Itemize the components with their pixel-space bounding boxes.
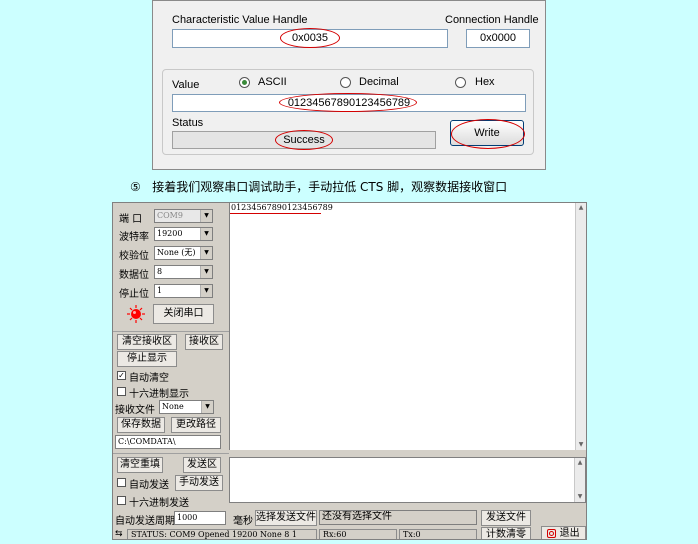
baud-label: 波特率 — [119, 232, 149, 243]
auto-period-label: 自动发送周期 — [115, 516, 175, 527]
rx-area-label: 接收区 — [185, 334, 223, 350]
auto-clear-checkbox[interactable]: ✓ — [117, 371, 126, 380]
status-bar-icon: ⇆ — [115, 529, 123, 539]
received-annotation-underline — [230, 213, 321, 214]
databits-label: 数据位 — [119, 270, 149, 281]
chevron-down-icon: ▼ — [200, 285, 212, 297]
chevron-down-icon: ▼ — [200, 247, 212, 259]
value-field[interactable]: 01234567890123456789 — [172, 94, 526, 112]
ms-label: 毫秒 — [233, 516, 253, 527]
divider — [113, 453, 229, 454]
rx-file-select[interactable]: None ▼ — [159, 400, 214, 414]
conn-handle-label: Connection Handle — [445, 14, 539, 26]
send-scrollbar[interactable]: ▲ ▼ — [574, 458, 585, 502]
chevron-down-icon: ▼ — [201, 401, 213, 413]
clear-resend-button[interactable]: 清空重填 — [117, 457, 163, 473]
step-number: ⑤ — [130, 180, 141, 194]
stop-display-button[interactable]: 停止显示 — [117, 351, 177, 367]
status-text: STATUS: COM9 Opened 19200 None 8 1 — [127, 529, 317, 539]
auto-period-input[interactable]: 1000 — [174, 511, 226, 525]
exit-label: 退出 — [559, 528, 580, 539]
radio-ascii-label: ASCII — [258, 76, 287, 88]
port-select[interactable]: COM9 ▼ — [154, 209, 213, 223]
auto-send-label: 自动发送 — [129, 480, 169, 491]
status-field: Success — [172, 131, 436, 149]
char-handle-field[interactable]: 0x0035 — [172, 29, 448, 48]
parity-select[interactable]: None (无) ▼ — [154, 246, 213, 260]
step-caption: ⑤ 接着我们观察串口调试助手，手动拉低 CTS 脚，观察数据接收窗口 — [130, 178, 507, 195]
chevron-down-icon: ▼ — [200, 228, 212, 240]
receive-area[interactable]: 01234567890123456789 ▲ ▼ — [229, 203, 586, 450]
exit-button[interactable]: 退出 — [541, 526, 586, 539]
status-label: Status — [172, 117, 204, 129]
stopbits-value: 1 — [157, 286, 163, 295]
write-button[interactable]: Write — [450, 120, 524, 146]
tx-count: Tx:0 — [399, 529, 477, 539]
manual-send-button[interactable]: 手动发送 — [175, 475, 223, 491]
char-handle-label: Characteristic Value Handle — [172, 14, 308, 26]
auto-send-checkbox[interactable] — [117, 478, 126, 487]
conn-handle-field[interactable]: 0x0000 — [466, 29, 530, 48]
step-text: 接着我们观察串口调试助手，手动拉低 CTS 脚，观察数据接收窗口 — [152, 180, 508, 194]
scroll-up-icon[interactable]: ▲ — [577, 204, 585, 212]
rx-count: Rx:60 — [319, 529, 397, 539]
rx-file-label: 接收文件 — [115, 405, 155, 416]
port-label: 端 口 — [119, 214, 143, 225]
path-field[interactable]: C:\COMDATA\ — [115, 435, 221, 449]
scroll-down-icon[interactable]: ▼ — [576, 493, 584, 501]
hex-display-label: 十六进制显示 — [129, 389, 189, 400]
clear-rx-button[interactable]: 清空接收区 — [117, 334, 177, 350]
stopbits-label: 停止位 — [119, 289, 149, 300]
change-path-button[interactable]: 更改路径 — [171, 417, 221, 433]
auto-clear-label: 自动清空 — [129, 373, 169, 384]
parity-value: None (无) — [157, 248, 196, 257]
serial-assistant-window: 端 口 COM9 ▼ 波特率 19200 ▼ 校验位 None (无) ▼ 数据位 8… — [112, 202, 587, 540]
choose-file-button[interactable]: 选择发送文件 — [255, 510, 317, 526]
radio-decimal[interactable] — [340, 77, 351, 88]
databits-select[interactable]: 8 ▼ — [154, 265, 213, 279]
hex-send-checkbox[interactable] — [117, 496, 126, 505]
tx-area-label: 发送区 — [183, 457, 221, 473]
close-port-button[interactable]: 关闭串口 — [153, 304, 214, 324]
send-file-button[interactable]: 发送文件 — [481, 510, 531, 526]
chevron-down-icon: ▼ — [200, 266, 212, 278]
hex-send-label: 十六进制发送 — [129, 498, 189, 509]
scroll-up-icon[interactable]: ▲ — [576, 459, 584, 467]
send-area[interactable]: ▲ ▼ — [229, 457, 586, 503]
chevron-down-icon: ▼ — [200, 210, 212, 222]
stopbits-select[interactable]: 1 ▼ — [154, 284, 213, 298]
exit-icon — [547, 528, 557, 538]
port-status-indicator-icon — [127, 305, 145, 323]
hex-display-checkbox[interactable] — [117, 387, 126, 396]
save-data-button[interactable]: 保存数据 — [117, 417, 165, 433]
baud-select[interactable]: 19200 ▼ — [154, 227, 213, 241]
divider — [113, 331, 229, 332]
radio-ascii[interactable] — [239, 77, 250, 88]
receive-scrollbar[interactable]: ▲ ▼ — [575, 203, 586, 450]
radio-hex-label: Hex — [475, 76, 495, 88]
radio-decimal-label: Decimal — [359, 76, 399, 88]
count-clear-button[interactable]: 计数清零 — [481, 527, 531, 539]
chosen-file-display: 还没有选择文件 — [319, 510, 477, 525]
received-text: 01234567890123456789 — [231, 203, 333, 212]
radio-hex[interactable] — [455, 77, 466, 88]
value-label: Value — [172, 79, 200, 91]
scroll-down-icon[interactable]: ▼ — [577, 441, 585, 449]
ble-write-panel: Characteristic Value Handle 0x0035 Conne… — [152, 0, 546, 170]
baud-value: 19200 — [157, 229, 183, 238]
databits-value: 8 — [157, 267, 163, 276]
parity-label: 校验位 — [119, 251, 149, 262]
rx-file-value: None — [162, 402, 184, 411]
port-value: COM9 — [157, 211, 183, 220]
